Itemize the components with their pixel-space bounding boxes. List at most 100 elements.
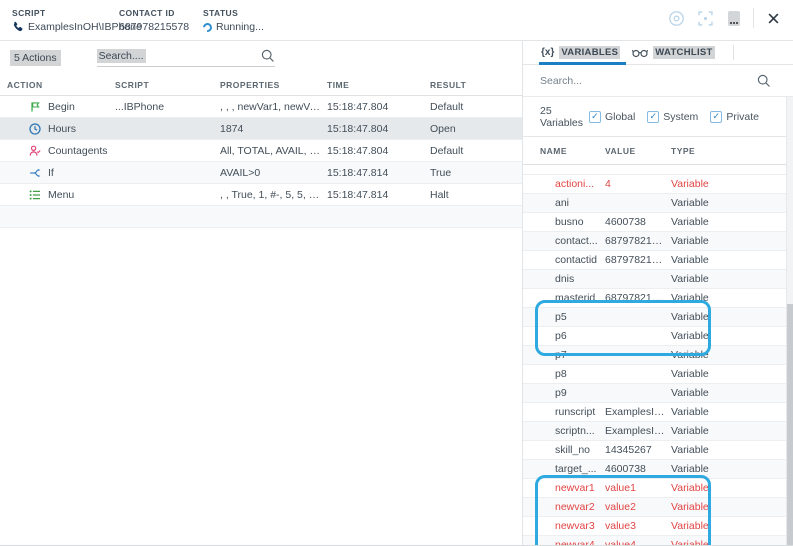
variable-row[interactable]: scriptn...ExamplesInO...Variable — [523, 422, 786, 441]
variables-table-body: actioni...4VariableaniVariablebusno46007… — [523, 175, 786, 546]
variable-name-cell: dnis — [540, 273, 605, 285]
status-value: Running... — [216, 21, 264, 33]
variable-type-cell: Variable — [671, 539, 786, 546]
action-row[interactable]: Menu , , True, 1, #-, 5, 5, MRE...15:18:4… — [0, 184, 522, 206]
variable-name-cell: p6 — [540, 330, 605, 342]
scrollbar-thumb[interactable] — [787, 304, 793, 545]
variable-name-cell: contact... — [540, 235, 605, 247]
variable-value-cell: value2 — [605, 501, 671, 513]
variable-row[interactable]: newvar1value1Variable — [523, 479, 786, 498]
variable-row[interactable]: contactid687978215578Variable — [523, 251, 786, 270]
variable-type-cell: Variable — [671, 311, 786, 323]
contact-id-value: 687978215578 — [119, 21, 203, 33]
scrollbar-track[interactable] — [786, 97, 793, 545]
variable-type-cell: Variable — [671, 292, 786, 304]
variable-value-cell: 687978215578 — [605, 235, 671, 247]
variable-row[interactable]: newvar2value2Variable — [523, 498, 786, 517]
variable-type-cell: Variable — [671, 387, 786, 399]
variable-type-cell: Variable — [671, 216, 786, 228]
variable-row[interactable]: target_...4600738Variable — [523, 460, 786, 479]
action-row[interactable]: IfAVAIL>015:18:47.814True — [0, 162, 522, 184]
trace-search-input[interactable]: Search.... — [97, 49, 275, 67]
column-header: TYPE — [671, 146, 786, 156]
filter-global-label: Global — [605, 111, 635, 123]
agents-icon — [29, 145, 41, 157]
result-cell: True — [430, 167, 522, 179]
variable-row[interactable]: p5 Variable — [523, 308, 786, 327]
contact-id-field: CONTACT ID 687978215578 — [119, 0, 203, 33]
variable-row[interactable]: p7Variable — [523, 346, 786, 365]
column-header: SCRIPT — [115, 80, 220, 90]
filter-global-checkbox[interactable]: ✓ Global — [589, 111, 635, 123]
variable-row[interactable]: aniVariable — [523, 194, 786, 213]
branch-icon — [29, 167, 41, 179]
variable-type-cell: Variable — [671, 406, 786, 418]
variable-row[interactable]: actioni...4Variable — [523, 175, 786, 194]
tab-variables[interactable]: {x} VARIABLES — [539, 41, 630, 64]
variable-row[interactable]: skill_no14345267Variable — [523, 441, 786, 460]
variable-name-cell: newvar2 — [540, 501, 605, 513]
variable-name-cell: skill_no — [540, 444, 605, 456]
properties-cell: , , True, 1, #-, 5, 5, MRE... — [220, 189, 327, 201]
variable-value-cell: 14345267 — [605, 444, 671, 456]
tab-divider — [733, 45, 734, 60]
filter-system-checkbox[interactable]: ✓ System — [647, 111, 698, 123]
action-row[interactable]: CountagentsAll, TOTAL, AVAIL, UNA...15:1… — [0, 140, 522, 162]
variable-type-cell: Variable — [671, 178, 786, 190]
time-cell: 15:18:47.804 — [327, 145, 430, 157]
variable-type-cell: Variable — [671, 482, 786, 494]
variable-row[interactable]: newvar4value4Variable — [523, 536, 786, 546]
properties-cell: 1874 — [220, 123, 327, 135]
variables-filter-bar: 25 Variables ✓ Global ✓ System ✓ Private — [523, 97, 793, 137]
variables-search-input[interactable]: Search... — [523, 65, 793, 97]
tab-watchlist[interactable]: WATCHLIST — [630, 41, 724, 64]
variable-type-cell: Variable — [671, 235, 786, 247]
column-header: NAME — [540, 146, 605, 156]
column-header: VALUE — [605, 146, 671, 156]
variable-name-cell: newvar4 — [540, 539, 605, 546]
spacer-row — [523, 165, 786, 175]
empty-row — [0, 206, 522, 228]
variable-value-cell: 4 — [605, 178, 671, 190]
action-name-cell: Menu — [7, 189, 115, 201]
script-debugger-window: SCRIPT ExamplesInOH\IBPhone CONTACT ID 6… — [0, 0, 793, 546]
action-row[interactable]: Hours187415:18:47.804Open — [0, 118, 522, 140]
column-header: ACTION — [7, 80, 115, 90]
expand-icon[interactable] — [695, 8, 715, 28]
variable-name-cell: scriptn... — [540, 425, 605, 437]
variable-row[interactable]: busno4600738Variable — [523, 213, 786, 232]
time-cell: 15:18:47.804 — [327, 123, 430, 135]
time-cell: 15:18:47.814 — [327, 167, 430, 179]
variable-row[interactable]: contact...687978215578Variable — [523, 232, 786, 251]
close-icon[interactable] — [763, 8, 783, 28]
dock-panel-icon[interactable] — [724, 8, 744, 28]
script-field: SCRIPT ExamplesInOH\IBPhone — [12, 0, 119, 33]
time-cell: 15:18:47.814 — [327, 189, 430, 201]
action-row[interactable]: Begin...IBPhone, , , newVar1, newVar2, .… — [0, 96, 522, 118]
variable-name-cell: masterid — [540, 292, 605, 304]
result-cell: Default — [430, 101, 522, 113]
column-header: TIME — [327, 80, 430, 90]
action-name-cell: Begin — [7, 101, 115, 113]
variable-row[interactable]: dnisVariable — [523, 270, 786, 289]
filter-private-checkbox[interactable]: ✓ Private — [710, 111, 759, 123]
variable-row[interactable]: masterid687978215578Variable — [523, 289, 786, 308]
variable-value-cell: 687978215578 — [605, 254, 671, 266]
variable-row[interactable]: p8Variable — [523, 365, 786, 384]
column-header: PROPERTIES — [220, 80, 327, 90]
variable-row[interactable]: p9Variable — [523, 384, 786, 403]
variable-row[interactable]: p6 Variable — [523, 327, 786, 346]
phone-icon — [12, 21, 24, 33]
variable-type-cell: Variable — [671, 330, 786, 342]
variable-row[interactable]: newvar3value3Variable — [523, 517, 786, 536]
record-icon[interactable] — [666, 8, 686, 28]
flag-icon — [29, 101, 41, 113]
variables-panel: {x} VARIABLES WATCHLIST Search... 25 Var… — [522, 41, 793, 545]
variable-name-cell: p5 — [540, 311, 605, 323]
action-name-cell: If — [7, 167, 115, 179]
script-label: SCRIPT — [12, 8, 119, 18]
variable-value-cell: 687978215578 — [605, 292, 671, 304]
variable-value-cell: ExamplesInO... — [605, 406, 671, 418]
variable-name-cell: newvar1 — [540, 482, 605, 494]
variable-row[interactable]: runscriptExamplesInO...Variable — [523, 403, 786, 422]
